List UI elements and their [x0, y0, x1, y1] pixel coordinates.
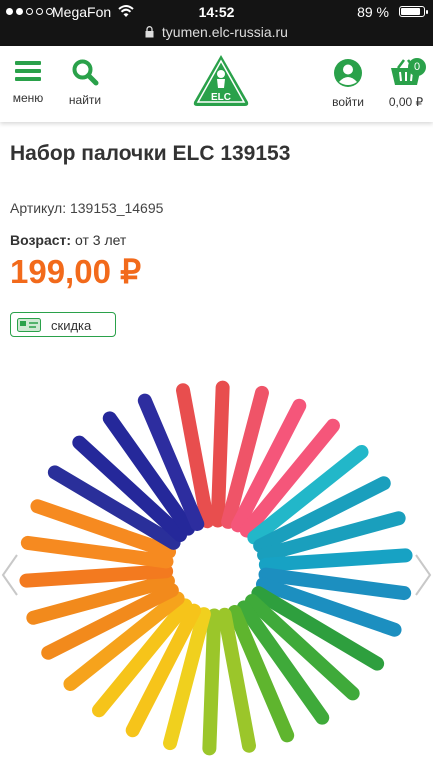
craft-stick: [202, 608, 222, 756]
product-image-gallery[interactable]: [0, 378, 433, 770]
discount-button[interactable]: скидка: [10, 312, 116, 337]
craft-stick: [19, 564, 174, 588]
product-age: Возраст: от 3 лет: [10, 232, 126, 248]
search-label: найти: [68, 93, 102, 107]
product-article: Артикул: 139153_14695: [10, 200, 164, 216]
address-bar[interactable]: tyumen.elc-russia.ru: [0, 24, 433, 40]
svg-text:ELC: ELC: [211, 92, 231, 103]
age-value: от 3 лет: [71, 232, 127, 248]
prev-image-arrow-icon[interactable]: [0, 553, 20, 597]
next-image-arrow-icon[interactable]: [413, 553, 433, 597]
menu-button[interactable]: меню: [8, 58, 48, 105]
search-icon: [72, 59, 99, 86]
lock-icon: [145, 26, 154, 38]
url-text: tyumen.elc-russia.ru: [161, 24, 288, 40]
user-icon: [334, 59, 362, 87]
cart-button[interactable]: 0 0,00 ₽: [384, 58, 428, 109]
battery-percent: 89 %: [357, 4, 389, 20]
search-button[interactable]: найти: [62, 58, 108, 107]
product-image-sticks: [19, 380, 413, 756]
battery-icon: [399, 6, 428, 17]
discount-label: скидка: [51, 318, 92, 333]
logo-triangle-icon: ELC: [193, 55, 249, 106]
craft-stick: [210, 380, 230, 528]
site-header: меню найти ELC войти 0 0,00 ₽: [0, 46, 433, 122]
login-label: войти: [332, 95, 364, 109]
elc-logo[interactable]: ELC: [191, 52, 251, 110]
discount-card-icon: [17, 318, 41, 332]
hamburger-icon: [15, 61, 41, 81]
product-title: Набор палочки ELC 139153: [10, 142, 291, 165]
cart-total: 0,00 ₽: [388, 95, 424, 109]
login-button[interactable]: войти: [324, 58, 372, 109]
product-price: 199,00 ₽: [10, 253, 142, 290]
status-bar: MegaFon 14:52 89 %: [0, 4, 433, 22]
menu-label: меню: [12, 91, 44, 105]
age-label: Возраст:: [10, 232, 72, 248]
craft-stick: [258, 548, 413, 572]
ios-status-and-url-bar: MegaFon 14:52 89 % tyumen.elc-russia.ru: [0, 0, 433, 46]
cart-count-badge: 0: [408, 58, 426, 76]
